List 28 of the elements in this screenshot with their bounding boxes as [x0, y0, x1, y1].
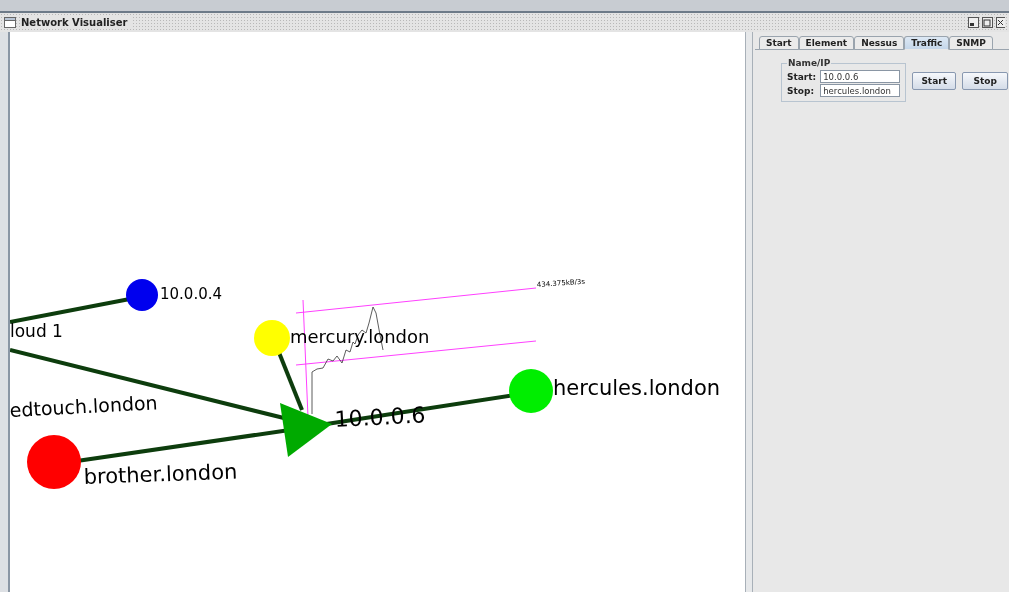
window-icon [4, 17, 16, 28]
minimize-icon[interactable] [968, 17, 979, 28]
input-field[interactable]: 10.0.0.6 [820, 70, 901, 83]
tab[interactable]: Traffic [904, 36, 950, 50]
node-label: brother.london [83, 459, 238, 489]
close-icon[interactable] [996, 17, 1005, 28]
cone-node[interactable] [280, 403, 332, 457]
start-button[interactable]: Start [912, 72, 957, 90]
node-circle[interactable] [126, 279, 158, 311]
input-field[interactable]: hercules.london [820, 84, 901, 97]
tab[interactable]: SNMP [949, 36, 993, 50]
node-circle[interactable] [509, 369, 553, 413]
maximize-icon[interactable] [982, 17, 993, 28]
group-title: Name/IP [787, 58, 832, 68]
tab[interactable]: Nessus [854, 36, 905, 50]
tab[interactable]: Element [798, 36, 855, 50]
node-label: loud 1 [10, 321, 63, 341]
node-label: edtouch.london [10, 391, 159, 421]
tab[interactable]: Start [759, 36, 799, 50]
node-label: 10.0.0.6 [333, 402, 427, 432]
window-title: Network Visualiser [21, 17, 134, 28]
node-circle[interactable] [27, 435, 81, 489]
field-label: Stop: [787, 85, 815, 96]
node-circle[interactable] [254, 320, 290, 356]
node-label: hercules.london [553, 376, 721, 400]
stop-button[interactable]: Stop [962, 72, 1009, 90]
node-label: 10.0.0.4 [160, 285, 223, 303]
field-label: Start: [787, 71, 817, 82]
